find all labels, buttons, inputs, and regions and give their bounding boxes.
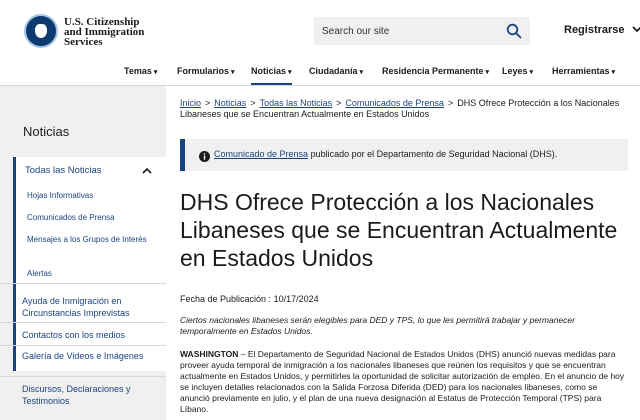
nav-item-herramientas[interactable]: Herramientas ▾ xyxy=(552,66,615,76)
article-body: WASHINGTON – El Departamento de Segurida… xyxy=(180,349,628,415)
article-body-text: – El Departamento de Seguridad Nacional … xyxy=(180,349,625,414)
breadcrumb-separator: > xyxy=(205,98,211,108)
sidebar-item-discursos[interactable]: Discursos, Declaraciones y Testimonios xyxy=(22,383,152,407)
main-nav: Temas ▾ Formularios ▾ Noticias ▾ Ciudadanía… xyxy=(0,60,640,86)
search-box xyxy=(314,17,530,45)
sidebar: Noticias Todas las Noticias Hojas Inform… xyxy=(0,86,166,420)
publication-date-value: 10/17/2024 xyxy=(273,294,319,304)
search-input[interactable] xyxy=(314,17,494,45)
nav-item-noticias[interactable]: Noticias ▾ xyxy=(251,66,292,85)
nav-item-ciudadania[interactable]: Ciudadanía ▾ xyxy=(309,66,363,76)
chevron-down-icon: ▾ xyxy=(153,69,158,76)
sidebar-item-todas-las-noticias[interactable]: Todas las Noticias xyxy=(25,165,102,176)
article-dateline: WASHINGTON xyxy=(180,349,239,359)
sidebar-divider xyxy=(0,283,166,284)
nav-item-leyes[interactable]: Leyes ▾ xyxy=(502,66,533,76)
nav-item-label: Formularios xyxy=(177,66,230,76)
nav-item-formularios[interactable]: Formularios ▾ xyxy=(177,66,235,76)
sidebar-divider xyxy=(0,376,166,377)
breadcrumb-separator: > xyxy=(447,98,454,108)
uscis-seal-logo[interactable] xyxy=(24,14,58,48)
chevron-down-icon: ▾ xyxy=(231,69,235,76)
breadcrumb-link-todas-las-noticias[interactable]: Todas las Noticias xyxy=(260,98,333,108)
info-icon xyxy=(199,149,210,162)
breadcrumb-link-comunicados[interactable]: Comunicados de Prensa xyxy=(345,98,444,108)
nav-item-label: Temas xyxy=(124,66,152,76)
sidebar-item-ayuda-de-inmigracion[interactable]: Ayuda de Inmigración en Circunstancias I… xyxy=(22,295,152,319)
nav-item-label: Herramientas xyxy=(552,66,610,76)
breadcrumb-link-inicio[interactable]: Inicio xyxy=(180,98,201,108)
publication-date: Fecha de Publicación : 10/17/2024 xyxy=(180,294,319,304)
language-button[interactable]: Registrarse xyxy=(564,24,640,36)
chevron-down-icon: ▾ xyxy=(485,69,490,76)
breadcrumb: Inicio > Noticias > Todas las Noticias > Comun… xyxy=(180,98,630,120)
sidebar-divider xyxy=(0,345,166,346)
chevron-down-icon: ▾ xyxy=(288,69,292,76)
brand-wordmark[interactable]: U.S. Citizenship and Immigration Service… xyxy=(64,17,144,48)
chevron-up-icon[interactable] xyxy=(141,164,153,176)
article-summary: Ciertos nacionales libaneses serán elegi… xyxy=(180,315,575,336)
site-header: U.S. Citizenship and Immigration Service… xyxy=(0,0,640,60)
info-alert: Comunicado de Prensa publicado por el De… xyxy=(180,139,628,171)
language-button-label: Registrarse xyxy=(564,24,625,36)
page-title: DHS Ofrece Protección a los Nacionales L… xyxy=(180,189,618,271)
nav-item-temas[interactable]: Temas ▾ xyxy=(124,66,157,76)
search-icon[interactable] xyxy=(506,23,522,39)
nav-item-label: Noticias xyxy=(251,66,287,76)
chevron-down-icon: ▾ xyxy=(359,69,364,76)
sidebar-subitem-hojas-informativas[interactable]: Hojas Informativas xyxy=(27,190,151,201)
breadcrumb-separator: > xyxy=(336,98,342,108)
breadcrumb-link-noticias[interactable]: Noticias xyxy=(214,98,246,108)
alert-link-comunicado-de-prensa[interactable]: Comunicado de Prensa xyxy=(214,149,308,159)
nav-item-residencia-permanente[interactable]: Residencia Permanente ▾ xyxy=(382,66,489,76)
sidebar-subitem-mensajes[interactable]: Mensajes a los Grupos de Interés xyxy=(27,234,151,245)
chevron-down-icon xyxy=(631,24,640,36)
sidebar-subitem-comunicados-de-prensa[interactable]: Comunicados de Prensa xyxy=(27,212,151,223)
nav-item-label: Residencia Permanente xyxy=(382,66,484,76)
publication-date-label: Fecha de Publicación : xyxy=(180,294,272,304)
chevron-down-icon: ▾ xyxy=(529,69,534,76)
brand-line-3: Services xyxy=(64,36,103,48)
sidebar-title: Noticias xyxy=(23,124,70,139)
sidebar-item-contactos-con-los-medios[interactable]: Contactos con los medios xyxy=(22,329,152,341)
breadcrumb-separator: > xyxy=(250,98,256,108)
alert-message: publicado por el Departamento de Segurid… xyxy=(308,149,558,159)
alert-text: Comunicado de Prensa publicado por el De… xyxy=(214,149,557,159)
nav-item-label: Ciudadanía xyxy=(309,66,358,76)
sidebar-divider xyxy=(0,322,166,323)
chevron-down-icon: ▾ xyxy=(611,69,616,76)
sidebar-item-galeria[interactable]: Galería de Videos e Imágenes xyxy=(22,350,152,362)
nav-item-label: Leyes xyxy=(502,66,528,76)
sidebar-subitem-alertas[interactable]: Alertas xyxy=(27,268,151,279)
